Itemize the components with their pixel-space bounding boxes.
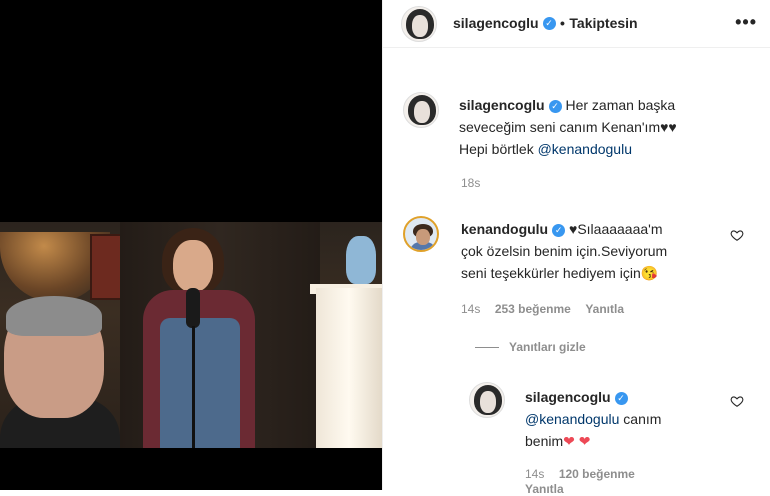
verified-badge-icon: ✓ [552,223,566,237]
comment-line-3: seni teşekkürler hediyem için😘 [461,265,659,281]
hide-replies-button[interactable]: Yanıtları gizle [509,340,586,354]
reply-time[interactable]: 14s [525,467,544,481]
microphone [186,288,200,328]
vase [346,236,376,284]
caption: silagencoglu ✓ Her zaman başka seveceğim … [459,94,739,160]
comment-likes[interactable]: 253 beğenme [495,302,571,316]
singer-face [173,240,213,292]
like-comment-heart-icon[interactable] [730,228,744,242]
reply-likes[interactable]: 120 beğenme [559,467,635,481]
comment-reply-button[interactable]: Yanıtla [585,302,624,316]
video-frame[interactable] [0,222,382,448]
caption-username[interactable]: silagencoglu [459,97,545,113]
more-options-icon[interactable]: ••• [735,12,757,33]
follow-status[interactable]: Takiptesin [569,15,637,31]
post-header: silagencoglu ✓ • Takiptesin ••• [383,0,770,48]
verified-badge-icon: ✓ [614,391,628,405]
reply-mention[interactable]: @kenandogulu [525,411,619,427]
mic-stand [192,326,195,448]
follow-separator: • [560,15,565,31]
caption-time[interactable]: 18s [461,176,480,190]
caption-avatar[interactable] [403,92,439,128]
comment-username[interactable]: kenandogulu [461,221,548,237]
reply-hearts: ❤ ❤ [563,433,591,449]
reply-reply-button[interactable]: Yanıtla [525,482,564,496]
like-reply-heart-icon[interactable] [730,394,744,408]
comment: kenandogulu ✓ ♥Sılaaaaaaa'm çok özelsin b… [461,218,731,284]
reply-username[interactable]: silagencoglu [525,389,611,405]
pianist-hair [6,296,102,336]
reply-meta: 14s 120 beğenme [525,465,635,483]
verified-badge-icon: ✓ [548,99,562,113]
comment-line-2: çok özelsin benim için.Seviyorum [461,243,668,259]
comment-line-1: ♥Sılaaaaaaa'm [569,221,663,237]
caption-mention[interactable]: @kenandogulu [538,141,632,157]
reply: silagencoglu ✓ @kenandogulu canım benim❤ … [525,386,725,452]
fireplace-mantle [316,288,382,448]
reply-avatar[interactable] [469,382,505,418]
caption-line-1: Her zaman başka [565,97,676,113]
comment-time[interactable]: 14s [461,302,480,316]
author-username[interactable]: silagencoglu [453,15,539,31]
caption-line-3: Hepi börtlek [459,141,534,157]
post-media[interactable] [0,0,382,490]
verified-badge-icon: ✓ [542,17,556,31]
author-avatar[interactable] [401,6,437,42]
comment-meta: 14s 253 beğenme Yanıtla [461,300,624,318]
caption-line-2: seveceğim seni canım Kenan'ım♥♥ [459,119,677,135]
commenter-avatar[interactable] [403,216,439,252]
post-panel: silagencoglu ✓ • Takiptesin ••• silagenco… [382,0,770,496]
singer-overalls [160,318,240,448]
reply-text: canım [623,411,662,427]
reply-line-2: benim [525,433,564,449]
hide-replies-line [475,347,499,348]
